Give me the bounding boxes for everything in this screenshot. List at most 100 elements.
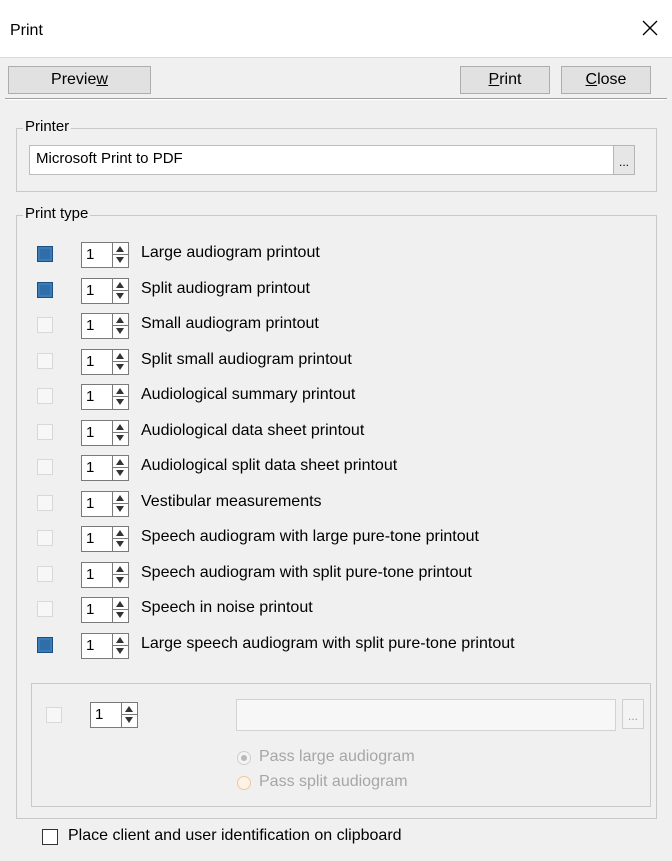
print-type-label: Small audiogram printout xyxy=(141,315,319,332)
spinner-arrows-icon[interactable] xyxy=(121,703,137,727)
custom-copies-spinner[interactable]: 1 xyxy=(90,702,138,728)
copies-value: 1 xyxy=(86,317,95,334)
print-type-checkbox[interactable] xyxy=(37,246,53,262)
copies-spinner[interactable]: 1 xyxy=(81,277,129,304)
pass-large-radio[interactable] xyxy=(237,751,251,765)
copies-spinner[interactable]: 1 xyxy=(81,348,129,375)
clipboard-checkbox[interactable] xyxy=(42,829,58,845)
custom-file-browse-button[interactable]: ... xyxy=(622,699,644,729)
spinner-arrows-icon[interactable] xyxy=(112,598,128,622)
copies-spinner[interactable]: 1 xyxy=(81,632,129,659)
pass-split-radio[interactable] xyxy=(237,776,251,790)
spinner-arrows-icon[interactable] xyxy=(112,491,128,516)
print-type-row: 1 Large speech audiogram with split pure-… xyxy=(17,631,657,659)
spinner-arrows-icon[interactable] xyxy=(112,633,128,658)
copies-spinner[interactable]: 1 xyxy=(81,597,129,623)
spinner-arrows-icon[interactable] xyxy=(112,385,128,409)
spinner-arrows-icon[interactable] xyxy=(112,456,128,480)
dialog-body: Preview Print Close Printer Microsoft Pr… xyxy=(0,58,672,861)
print-type-label: Audiological summary printout xyxy=(141,386,356,403)
copies-spinner[interactable]: 1 xyxy=(81,455,129,481)
print-type-row: 1 Small audiogram printout xyxy=(17,311,657,339)
title-bar: Print xyxy=(0,0,672,58)
copies-spinner[interactable]: 1 xyxy=(81,419,129,446)
close-icon xyxy=(642,20,658,36)
copies-value: 1 xyxy=(86,565,95,583)
close-button[interactable]: Close xyxy=(561,66,651,94)
print-type-legend: Print type xyxy=(23,205,91,222)
preview-button[interactable]: Preview xyxy=(8,66,151,94)
print-type-label: Speech in noise printout xyxy=(141,599,313,616)
print-type-checkbox[interactable] xyxy=(37,317,53,333)
print-type-row: 1 Speech audiogram with large pure-tone p… xyxy=(17,524,657,552)
print-type-checkbox[interactable] xyxy=(37,530,53,546)
preview-button-label: Preview xyxy=(51,71,108,88)
copies-value: 1 xyxy=(86,601,95,618)
clipboard-label: Place client and user identification on … xyxy=(68,827,402,844)
spinner-arrows-icon[interactable] xyxy=(112,278,128,303)
spinner-arrows-icon[interactable] xyxy=(112,420,128,445)
print-type-label: Large speech audiogram with split pure-t… xyxy=(141,634,515,652)
copies-value: 1 xyxy=(86,530,95,547)
copies-spinner[interactable]: 1 xyxy=(81,242,129,268)
print-type-checkbox[interactable] xyxy=(37,423,53,440)
print-type-label: Speech audiogram with split pure-tone pr… xyxy=(141,563,472,581)
print-type-checkbox[interactable] xyxy=(37,281,53,298)
print-type-label: Split audiogram printout xyxy=(141,279,310,297)
copies-value: 1 xyxy=(86,494,95,512)
copies-spinner[interactable]: 1 xyxy=(81,561,129,588)
print-type-row: 1 Audiological data sheet printout xyxy=(17,418,657,446)
print-type-row: 1 Speech in noise printout xyxy=(17,595,657,623)
close-button-label: Close xyxy=(585,71,627,88)
custom-copies-value: 1 xyxy=(95,706,104,723)
print-type-checkbox[interactable] xyxy=(37,601,53,617)
print-type-label: Speech audiogram with large pure-tone pr… xyxy=(141,528,479,545)
copies-spinner[interactable]: 1 xyxy=(81,526,129,552)
print-type-label: Split small audiogram printout xyxy=(141,350,352,368)
custom-print-group: 1 ... Pass large audiogram Pass split au… xyxy=(31,683,651,807)
copies-spinner[interactable]: 1 xyxy=(81,490,129,517)
print-type-label: Large audiogram printout xyxy=(141,244,320,261)
print-type-label: Vestibular measurements xyxy=(141,492,322,510)
close-window-button[interactable] xyxy=(636,14,664,42)
print-type-row: 1 Audiological summary printout xyxy=(17,382,657,410)
spinner-arrows-icon[interactable] xyxy=(112,243,128,267)
pass-split-label: Pass split audiogram xyxy=(259,773,408,790)
spinner-arrows-icon[interactable] xyxy=(112,314,128,338)
print-type-checkbox[interactable] xyxy=(37,388,53,404)
printer-browse-button[interactable]: ... xyxy=(613,145,635,175)
print-type-checkbox[interactable] xyxy=(37,352,53,369)
pass-large-label: Pass large audiogram xyxy=(259,748,415,765)
print-type-row: 1 Vestibular measurements xyxy=(17,489,657,517)
print-type-checkbox[interactable] xyxy=(37,636,53,653)
print-type-label: Audiological split data sheet printout xyxy=(141,457,398,474)
copies-value: 1 xyxy=(86,281,95,299)
window-title: Print xyxy=(10,22,43,39)
copies-value: 1 xyxy=(86,246,95,263)
print-type-row: 1 Split small audiogram printout xyxy=(17,347,657,375)
copies-spinner[interactable]: 1 xyxy=(81,384,129,410)
spinner-arrows-icon[interactable] xyxy=(112,562,128,587)
copies-spinner[interactable]: 1 xyxy=(81,313,129,339)
print-type-group: Print type 1 Large audiogram printout 1 Spl… xyxy=(16,205,657,819)
print-type-checkbox[interactable] xyxy=(37,494,53,511)
toolbar-separator xyxy=(5,98,667,100)
print-button[interactable]: Print xyxy=(460,66,550,94)
spinner-arrows-icon[interactable] xyxy=(112,527,128,551)
printer-group: Printer Microsoft Print to PDF ... xyxy=(16,118,657,192)
print-type-checkbox[interactable] xyxy=(37,459,53,475)
copies-value: 1 xyxy=(86,459,95,476)
spinner-arrows-icon[interactable] xyxy=(112,349,128,374)
copies-value: 1 xyxy=(86,352,95,370)
printer-legend: Printer xyxy=(23,118,72,135)
custom-file-field[interactable] xyxy=(236,699,616,731)
copies-value: 1 xyxy=(86,388,95,405)
custom-print-checkbox[interactable] xyxy=(46,707,62,723)
copies-value: 1 xyxy=(86,636,95,654)
printer-name-field[interactable]: Microsoft Print to PDF xyxy=(29,145,614,175)
print-type-checkbox[interactable] xyxy=(37,565,53,582)
print-type-row: 1 Large audiogram printout xyxy=(17,240,657,268)
print-type-row: 1 Audiological split data sheet printout xyxy=(17,453,657,481)
copies-value: 1 xyxy=(86,423,95,441)
print-type-row: 1 Speech audiogram with split pure-tone p… xyxy=(17,560,657,588)
